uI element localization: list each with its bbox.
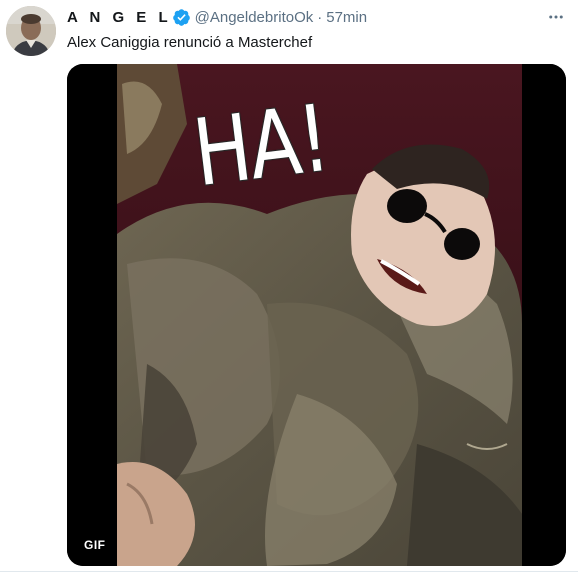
tweet-header: A N G E L @AngeldebritoOk · 57min — [67, 6, 367, 28]
tweet-text: Alex Caniggia renunció a Masterchef — [67, 34, 313, 51]
tweet-timestamp[interactable]: 57min — [326, 9, 367, 26]
author-handle[interactable]: @AngeldebritoOk — [195, 9, 314, 26]
gif-badge: GIF — [79, 536, 111, 554]
author-name[interactable]: A N G E L — [67, 9, 172, 26]
more-options-icon[interactable] — [544, 6, 568, 28]
avatar-image — [6, 6, 56, 56]
separator-dot: · — [317, 8, 323, 26]
gif-media[interactable]: HA! GIF — [67, 64, 566, 566]
gif-overlay-text: HA! — [188, 84, 334, 208]
tweet[interactable]: A N G E L @AngeldebritoOk · 57min Alex C… — [0, 0, 578, 572]
avatar[interactable] — [6, 6, 56, 56]
verified-badge-icon — [172, 8, 191, 27]
